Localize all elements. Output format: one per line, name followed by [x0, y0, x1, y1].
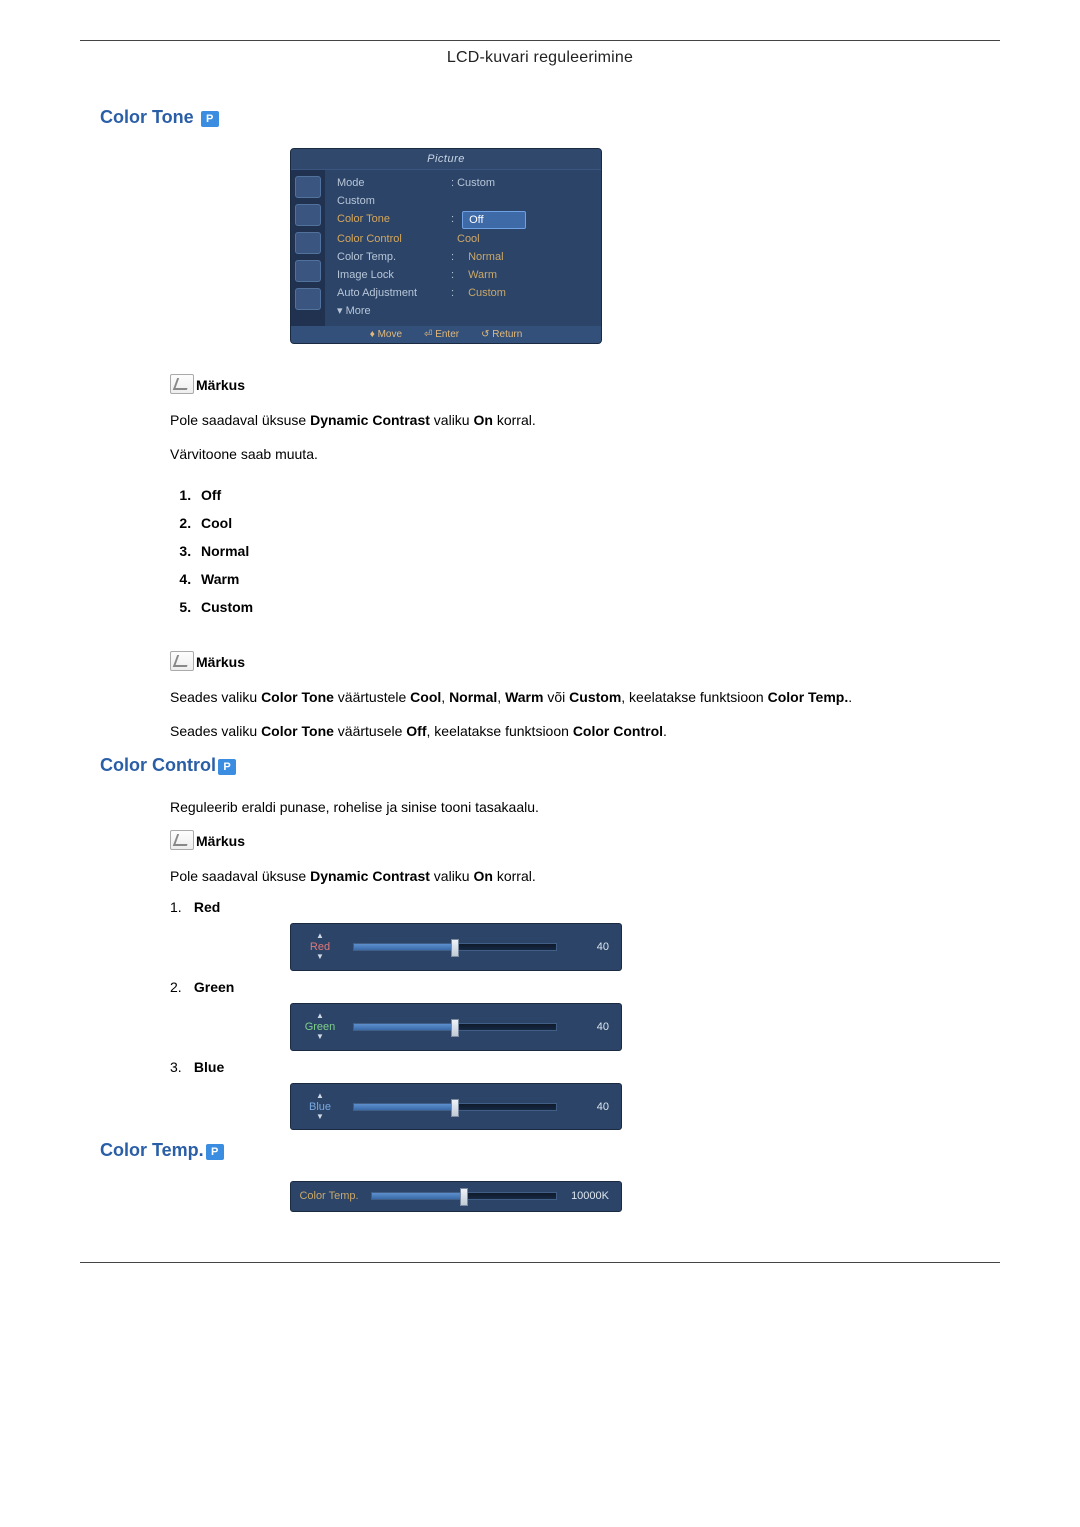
section-color-control-label: Color Control: [100, 755, 216, 775]
osd-side-icon: [295, 260, 321, 282]
list-item: 1. Red: [170, 899, 250, 915]
section-color-tone-label: Color Tone: [100, 107, 194, 127]
list-item: Cool: [195, 509, 980, 537]
list-item: Custom: [195, 593, 980, 621]
list-item: 2. Green: [170, 979, 250, 995]
slider-red: ▲Red▼ 40: [290, 923, 622, 971]
osd-option: Warm: [462, 267, 503, 283]
slider-handle[interactable]: [460, 1188, 468, 1206]
slider-value: 10000K: [569, 1190, 609, 1202]
slider-handle[interactable]: [451, 939, 459, 957]
osd-option: Normal: [462, 249, 509, 265]
osd-side-icon: [295, 232, 321, 254]
note-heading: Märkus: [170, 830, 980, 850]
note-icon: [170, 651, 194, 671]
osd-foot-return: Return: [492, 329, 522, 340]
slider-label: ▲Blue▼: [299, 1092, 341, 1122]
slider-handle[interactable]: [451, 1019, 459, 1037]
slider-value: 40: [569, 1101, 609, 1113]
p-badge-icon: P: [206, 1144, 224, 1160]
osd-sidebar: [291, 170, 325, 326]
osd-row-label: Color Temp.: [337, 249, 443, 265]
p-badge-icon: P: [218, 759, 236, 775]
osd-option: Cool: [451, 231, 486, 247]
osd-foot-move: Move: [378, 329, 402, 340]
osd-title: Picture: [291, 149, 601, 170]
osd-footer: ♦ Move ⏎ Enter ↺ Return: [291, 326, 601, 343]
osd-row-label: Mode: [337, 175, 443, 191]
osd-selected-option: Off: [462, 211, 526, 229]
note-heading: Märkus: [170, 374, 980, 394]
osd-side-icon: [295, 204, 321, 226]
slider-track[interactable]: [353, 1023, 557, 1031]
list-item: Normal: [195, 537, 980, 565]
note-icon: [170, 374, 194, 394]
list-item: Off: [195, 481, 980, 509]
section-color-control-title: Color ControlP: [100, 755, 980, 776]
osd-side-icon: [295, 288, 321, 310]
slider-label: ▲Green▼: [299, 1012, 341, 1042]
osd-more: ▾ More: [337, 303, 443, 319]
note-label: Märkus: [196, 833, 245, 849]
body-text: Pole saadaval üksuse Dynamic Contrast va…: [170, 409, 980, 431]
options-list: Off Cool Normal Warm Custom: [170, 481, 980, 621]
osd-menu: Picture Mode: Custom Custom Color Tone: …: [290, 148, 602, 344]
body-text: Seades valiku Color Tone väärtustele Coo…: [170, 686, 980, 708]
p-badge-icon: P: [201, 111, 219, 127]
slider-blue: ▲Blue▼ 40: [290, 1083, 622, 1131]
slider-value: 40: [569, 941, 609, 953]
slider-handle[interactable]: [451, 1099, 459, 1117]
section-color-temp-label: Color Temp.: [100, 1140, 204, 1160]
list-item: 3. Blue: [170, 1059, 250, 1075]
slider-track[interactable]: [371, 1192, 557, 1200]
osd-row-value: : Custom: [451, 175, 495, 191]
slider-label: Color Temp.: [299, 1190, 359, 1202]
osd-option: Custom: [462, 285, 512, 301]
list-item: Warm: [195, 565, 980, 593]
body-text: Pole saadaval üksuse Dynamic Contrast va…: [170, 865, 980, 887]
osd-row-label: Auto Adjustment: [337, 285, 443, 301]
note-label: Märkus: [196, 377, 245, 393]
osd-row-label: Image Lock: [337, 267, 443, 283]
section-color-tone-title: Color Tone P: [100, 107, 980, 128]
body-text: Seades valiku Color Tone väärtusele Off,…: [170, 720, 980, 742]
slider-track[interactable]: [353, 943, 557, 951]
page-header: LCD-kuvari reguleerimine: [80, 49, 1000, 67]
osd-row-label: Color Tone: [337, 211, 443, 229]
note-label: Märkus: [196, 654, 245, 670]
slider-track[interactable]: [353, 1103, 557, 1111]
osd-side-icon: [295, 176, 321, 198]
body-text: Värvitoone saab muuta.: [170, 443, 980, 465]
osd-foot-enter: Enter: [435, 329, 459, 340]
slider-label: ▲Red▼: [299, 932, 341, 962]
slider-green: ▲Green▼ 40: [290, 1003, 622, 1051]
note-heading: Märkus: [170, 651, 980, 671]
slider-color-temp: Color Temp. 10000K: [290, 1181, 622, 1211]
osd-row-label: Color Control: [337, 231, 443, 247]
osd-row-label: Custom: [337, 193, 443, 209]
body-text: Reguleerib eraldi punase, rohelise ja si…: [170, 796, 980, 818]
note-icon: [170, 830, 194, 850]
slider-value: 40: [569, 1021, 609, 1033]
section-color-temp-title: Color Temp.P: [100, 1140, 980, 1161]
